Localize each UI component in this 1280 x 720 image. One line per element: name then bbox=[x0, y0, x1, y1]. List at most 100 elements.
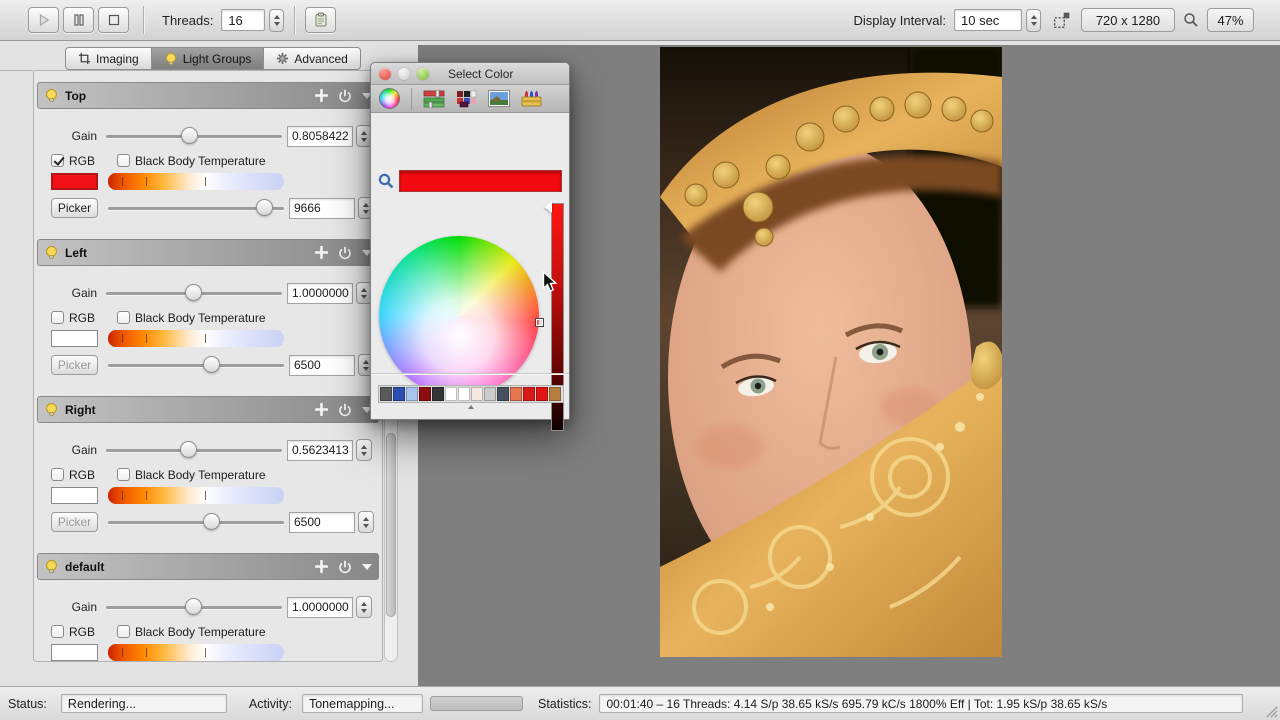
gain-slider-thumb[interactable] bbox=[185, 598, 202, 615]
power-toggle-icon[interactable] bbox=[338, 560, 352, 574]
palette-swatch[interactable] bbox=[393, 387, 405, 401]
temperature-slider[interactable] bbox=[108, 356, 284, 374]
add-light-group-icon[interactable] bbox=[315, 403, 328, 416]
gain-field[interactable]: 0.8058422 bbox=[287, 126, 353, 147]
collapse-chevron-icon[interactable] bbox=[362, 564, 372, 570]
palette-swatch[interactable] bbox=[471, 387, 483, 401]
threads-stepper[interactable] bbox=[269, 9, 284, 32]
temperature-field[interactable]: 9666 bbox=[289, 198, 355, 219]
color-wheel[interactable] bbox=[379, 236, 539, 396]
black-body-checkbox[interactable] bbox=[117, 468, 130, 481]
black-body-checkbox[interactable] bbox=[117, 625, 130, 638]
brightness-slider-handle[interactable] bbox=[544, 201, 552, 213]
fit-view-icon[interactable] bbox=[1053, 11, 1071, 29]
rgb-checkbox[interactable] bbox=[51, 154, 64, 167]
temperature-slider-thumb[interactable] bbox=[203, 356, 220, 373]
gain-slider[interactable] bbox=[106, 441, 282, 459]
resize-grip[interactable] bbox=[1262, 702, 1278, 718]
palette-swatch[interactable] bbox=[497, 387, 509, 401]
add-light-group-icon[interactable] bbox=[315, 560, 328, 573]
resolution-button[interactable]: 720 x 1280 bbox=[1081, 8, 1175, 32]
tab-advanced[interactable]: Advanced bbox=[264, 47, 360, 70]
dialog-titlebar[interactable]: Select Color bbox=[371, 63, 569, 85]
gain-field[interactable]: 1.0000000 bbox=[287, 597, 353, 618]
display-interval-input[interactable]: 10 sec bbox=[954, 9, 1022, 31]
magnifier-icon[interactable] bbox=[378, 173, 394, 189]
gain-slider[interactable] bbox=[106, 284, 282, 302]
palette-swatch[interactable] bbox=[419, 387, 431, 401]
minimize-button[interactable] bbox=[398, 68, 410, 80]
pencils-mode-icon[interactable] bbox=[521, 90, 542, 108]
gain-slider-thumb[interactable] bbox=[180, 441, 197, 458]
light-color-swatch[interactable] bbox=[51, 173, 98, 190]
rgb-checkbox[interactable] bbox=[51, 625, 64, 638]
image-palettes-mode-icon[interactable] bbox=[488, 90, 510, 107]
light-group-header[interactable]: Left bbox=[37, 239, 379, 266]
gain-field[interactable]: 1.0000000 bbox=[287, 283, 353, 304]
stop-button[interactable] bbox=[98, 7, 129, 33]
palette-swatch[interactable] bbox=[406, 387, 418, 401]
add-light-group-icon[interactable] bbox=[315, 89, 328, 102]
light-group-header[interactable]: default bbox=[37, 553, 379, 580]
color-picker-mode-toolbar bbox=[371, 85, 569, 113]
rgb-checkbox[interactable] bbox=[51, 311, 64, 324]
light-color-swatch[interactable] bbox=[51, 644, 98, 661]
palette-swatch[interactable] bbox=[510, 387, 522, 401]
gain-slider[interactable] bbox=[106, 127, 282, 145]
power-toggle-icon[interactable] bbox=[338, 246, 352, 260]
black-body-checkbox[interactable] bbox=[117, 311, 130, 324]
light-color-swatch[interactable] bbox=[51, 330, 98, 347]
temperature-field[interactable]: 6500 bbox=[289, 512, 355, 533]
gain-slider-thumb[interactable] bbox=[185, 284, 202, 301]
temperature-tick bbox=[146, 177, 147, 186]
zoom-window-button[interactable] bbox=[417, 68, 429, 80]
add-light-group-icon[interactable] bbox=[315, 246, 328, 259]
light-group-header[interactable]: Right bbox=[37, 396, 379, 423]
zoom-percent-button[interactable]: 47% bbox=[1207, 8, 1254, 32]
palette-swatch[interactable] bbox=[523, 387, 535, 401]
light-color-swatch[interactable] bbox=[51, 487, 98, 504]
palette-swatch[interactable] bbox=[432, 387, 444, 401]
power-toggle-icon[interactable] bbox=[338, 403, 352, 417]
temperature-slider[interactable] bbox=[108, 513, 284, 531]
palette-swatch[interactable] bbox=[484, 387, 496, 401]
pause-button[interactable] bbox=[63, 7, 94, 33]
temperature-slider-thumb[interactable] bbox=[256, 199, 273, 216]
close-button[interactable] bbox=[379, 68, 391, 80]
picker-button[interactable]: Picker bbox=[51, 512, 98, 532]
color-palettes-mode-icon[interactable] bbox=[456, 90, 477, 108]
temperature-stepper[interactable] bbox=[358, 511, 374, 533]
gain-stepper[interactable] bbox=[356, 439, 372, 461]
temperature-field[interactable]: 6500 bbox=[289, 355, 355, 376]
tab-imaging[interactable]: Imaging bbox=[65, 47, 152, 70]
copy-button[interactable] bbox=[305, 7, 336, 33]
zoom-icon[interactable] bbox=[1183, 12, 1199, 28]
color-sliders-mode-icon[interactable] bbox=[423, 90, 445, 108]
rgb-checkbox[interactable] bbox=[51, 468, 64, 481]
temperature-slider-thumb[interactable] bbox=[203, 513, 220, 530]
palette-swatch[interactable] bbox=[458, 387, 470, 401]
gain-slider[interactable] bbox=[106, 598, 282, 616]
light-group-header[interactable]: Top bbox=[37, 82, 379, 109]
power-toggle-icon[interactable] bbox=[338, 89, 352, 103]
palette-swatch[interactable] bbox=[445, 387, 457, 401]
temperature-slider[interactable] bbox=[108, 199, 284, 217]
color-wheel-mode-icon[interactable] bbox=[379, 88, 400, 109]
picker-button[interactable]: Picker bbox=[51, 198, 98, 218]
picker-button[interactable]: Picker bbox=[51, 355, 98, 375]
scrollbar-thumb[interactable] bbox=[386, 433, 396, 617]
gain-field[interactable]: 0.5623413 bbox=[287, 440, 353, 461]
display-interval-stepper[interactable] bbox=[1026, 9, 1041, 32]
palette-swatch[interactable] bbox=[536, 387, 548, 401]
palette-swatch[interactable] bbox=[549, 387, 561, 401]
color-wheel-marker[interactable] bbox=[536, 319, 543, 326]
palette-swatch[interactable] bbox=[380, 387, 392, 401]
swatch-drawer-handle[interactable] bbox=[468, 405, 474, 409]
temperature-tick bbox=[122, 491, 123, 500]
tab-light-groups[interactable]: Light Groups bbox=[152, 47, 265, 70]
black-body-checkbox[interactable] bbox=[117, 154, 130, 167]
play-button[interactable] bbox=[28, 7, 59, 33]
gain-slider-thumb[interactable] bbox=[181, 127, 198, 144]
threads-input[interactable]: 16 bbox=[221, 9, 265, 31]
gain-stepper[interactable] bbox=[356, 596, 372, 618]
